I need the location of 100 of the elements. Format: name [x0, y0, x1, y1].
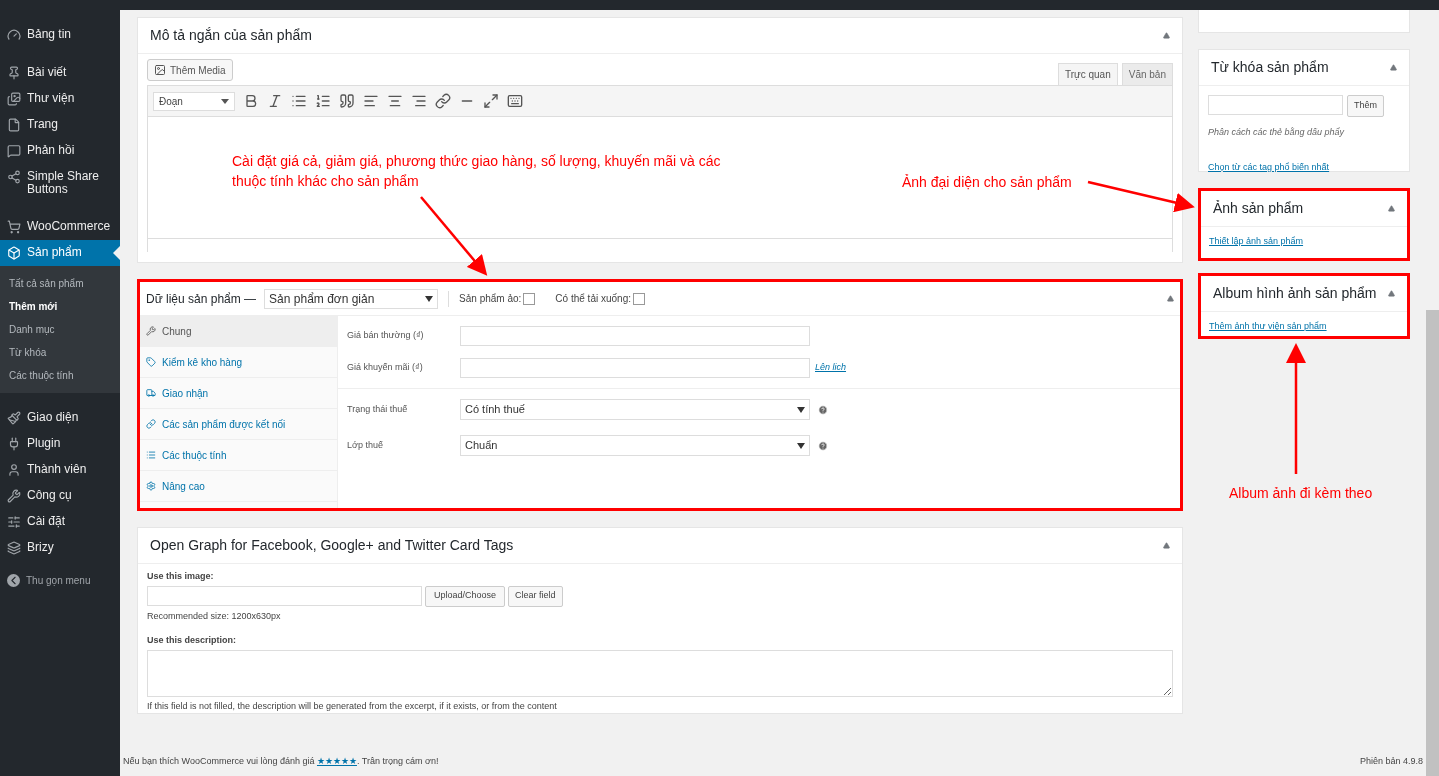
link-icon[interactable]: [435, 93, 451, 109]
wrench-icon: [146, 326, 156, 336]
field-label: Use this image:: [147, 570, 215, 583]
truck-icon: [146, 388, 156, 398]
editor-area[interactable]: [147, 117, 1173, 238]
product-data-tab[interactable]: Nâng cao: [140, 471, 337, 502]
footer-text: Nếu bạn thích WooCommerce vui lòng đánh giá ★★★★★. Trân trọng cám ơn!: [123, 754, 439, 768]
gauge-icon: [7, 28, 21, 42]
tag-icon: [146, 357, 156, 367]
add-tag-button[interactable]: Thêm: [1347, 95, 1384, 117]
list-icon: [146, 450, 156, 460]
align-right-icon[interactable]: [411, 93, 427, 109]
submenu-item[interactable]: Tất cả sản phẩm: [0, 272, 120, 295]
add-media-button[interactable]: Thêm Media: [147, 59, 233, 81]
product-data-tab[interactable]: Kiểm kê kho hàng: [140, 347, 337, 378]
sliders-icon: [7, 515, 21, 529]
align-center-icon[interactable]: [387, 93, 403, 109]
tax-select[interactable]: Có tính thuế: [460, 399, 810, 420]
collapse-arrow-icon[interactable]: [1163, 542, 1170, 549]
upload-button[interactable]: Upload/Choose: [425, 585, 506, 607]
menu-item[interactable]: Trang: [0, 112, 120, 138]
speech-bubble-icon: [7, 144, 21, 158]
help-icon[interactable]: [818, 440, 828, 451]
description-field[interactable]: [147, 649, 1173, 697]
collapse-menu-button[interactable]: Thu gọn menu: [0, 565, 120, 596]
menu-item[interactable]: Brizy: [0, 535, 120, 561]
annotation-text: Ảnh đại diện cho sản phẩm: [902, 173, 1072, 192]
product-data-tab[interactable]: Chung: [140, 316, 337, 347]
box-title: Từ khóa sản phẩm: [1211, 58, 1329, 77]
plug-icon: [7, 437, 21, 451]
italic-icon[interactable]: [267, 93, 283, 109]
collapse-arrow-icon[interactable]: [1163, 32, 1170, 39]
product-type-select[interactable]: Sản phẩm đơn giản: [264, 288, 439, 309]
clear-field-button[interactable]: Clear field: [508, 585, 563, 607]
align-left-icon[interactable]: [363, 93, 379, 109]
help-icon[interactable]: [818, 404, 828, 415]
submenu-item[interactable]: Các thuộc tính: [0, 364, 120, 387]
option-label: Có thể tải xuống:: [555, 292, 631, 306]
submenu-item[interactable]: Thêm mới: [0, 295, 120, 318]
menu-item[interactable]: Phản hồi: [0, 138, 120, 164]
menu-item[interactable]: Cài đặt: [0, 509, 120, 535]
add-gallery-link[interactable]: Thêm ảnh thư viện sản phẩm: [1201, 312, 1407, 334]
checkbox[interactable]: [523, 292, 536, 305]
option-label: Sản phẩm ảo:: [459, 292, 522, 306]
field-label: Use this description:: [147, 634, 237, 647]
editor-tab[interactable]: Văn bản: [1121, 63, 1173, 85]
schedule-link[interactable]: Lên lịch: [815, 361, 847, 375]
dropdown-caret-icon: [221, 98, 229, 104]
link-icon: [146, 419, 156, 429]
menu-item[interactable]: Bảng tin: [0, 22, 120, 48]
menu-item[interactable]: Thư viện: [0, 86, 120, 112]
tax-select[interactable]: Chuẩn: [460, 435, 810, 456]
box-icon: [7, 246, 21, 260]
menu-item[interactable]: Giao diện: [0, 405, 120, 431]
menu-item[interactable]: Thành viên: [0, 457, 120, 483]
dropdown-caret-icon: [797, 442, 805, 449]
quote-icon[interactable]: [339, 93, 355, 109]
collapse-arrow-icon[interactable]: [1167, 295, 1174, 302]
numbered-list-icon[interactable]: [315, 93, 331, 109]
menu-item[interactable]: Bài viết: [0, 60, 120, 86]
editor-tab[interactable]: Trực quan: [1057, 63, 1118, 85]
annotation-text: Album ảnh đi kèm theo: [1229, 484, 1373, 503]
box-title: Ảnh sản phẩm: [1213, 199, 1304, 218]
submenu-item[interactable]: Danh mục: [0, 318, 120, 341]
layers-icon: [7, 541, 21, 555]
product-data-tab[interactable]: Các sản phẩm được kết nối: [140, 409, 337, 440]
price-field[interactable]: [460, 358, 810, 378]
version-text: Phiên bản 4.9.8: [1359, 754, 1423, 768]
format-select[interactable]: Đoạn: [153, 91, 235, 111]
image-url-field[interactable]: [147, 586, 422, 606]
toolbar-toggle-icon[interactable]: [507, 93, 523, 109]
menu-item[interactable]: Simple Share Buttons: [0, 164, 120, 202]
share-icon: [7, 170, 21, 184]
tag-field[interactable]: [1208, 95, 1343, 115]
pin-icon: [7, 66, 21, 80]
product-data-tab[interactable]: Các thuộc tính: [140, 440, 337, 471]
menu-item[interactable]: WooCommerce: [0, 214, 120, 240]
checkbox[interactable]: [632, 292, 645, 305]
collapse-icon: [7, 574, 20, 587]
product-data-tab[interactable]: Giao nhận: [140, 378, 337, 409]
collapse-arrow-icon[interactable]: [1388, 290, 1395, 297]
menu-item[interactable]: Sản phẩm: [0, 240, 120, 266]
annotation-text: Cài đặt giá cả, giảm giá, phương thức giao hàng, số lượng, khuyến mãi và các thuộc tính khác cho sản phẩm: [232, 152, 722, 191]
collapse-arrow-icon[interactable]: [1388, 205, 1395, 212]
bold-icon[interactable]: [243, 93, 259, 109]
rating-link[interactable]: ★★★★★: [316, 755, 357, 766]
menu-item[interactable]: Plugin: [0, 431, 120, 457]
cart-icon: [7, 220, 21, 234]
field-label: Giá khuyến mãi (₫): [347, 361, 424, 375]
collapse-arrow-icon[interactable]: [1390, 64, 1397, 71]
hint-text: Phân cách các thẻ bằng dấu phẩy: [1208, 126, 1346, 139]
wrench-icon: [7, 489, 21, 503]
fullscreen-icon[interactable]: [483, 93, 499, 109]
set-image-link[interactable]: Thiết lập ảnh sản phẩm: [1201, 227, 1407, 249]
price-field[interactable]: [460, 326, 810, 346]
popular-tags-link[interactable]: Chọn từ các tag phổ biến nhất: [1208, 160, 1400, 174]
dropdown-caret-icon: [797, 406, 805, 413]
submenu-item[interactable]: Từ khóa: [0, 341, 120, 364]
bullet-list-icon[interactable]: [291, 93, 307, 109]
menu-item[interactable]: Công cụ: [0, 483, 120, 509]
